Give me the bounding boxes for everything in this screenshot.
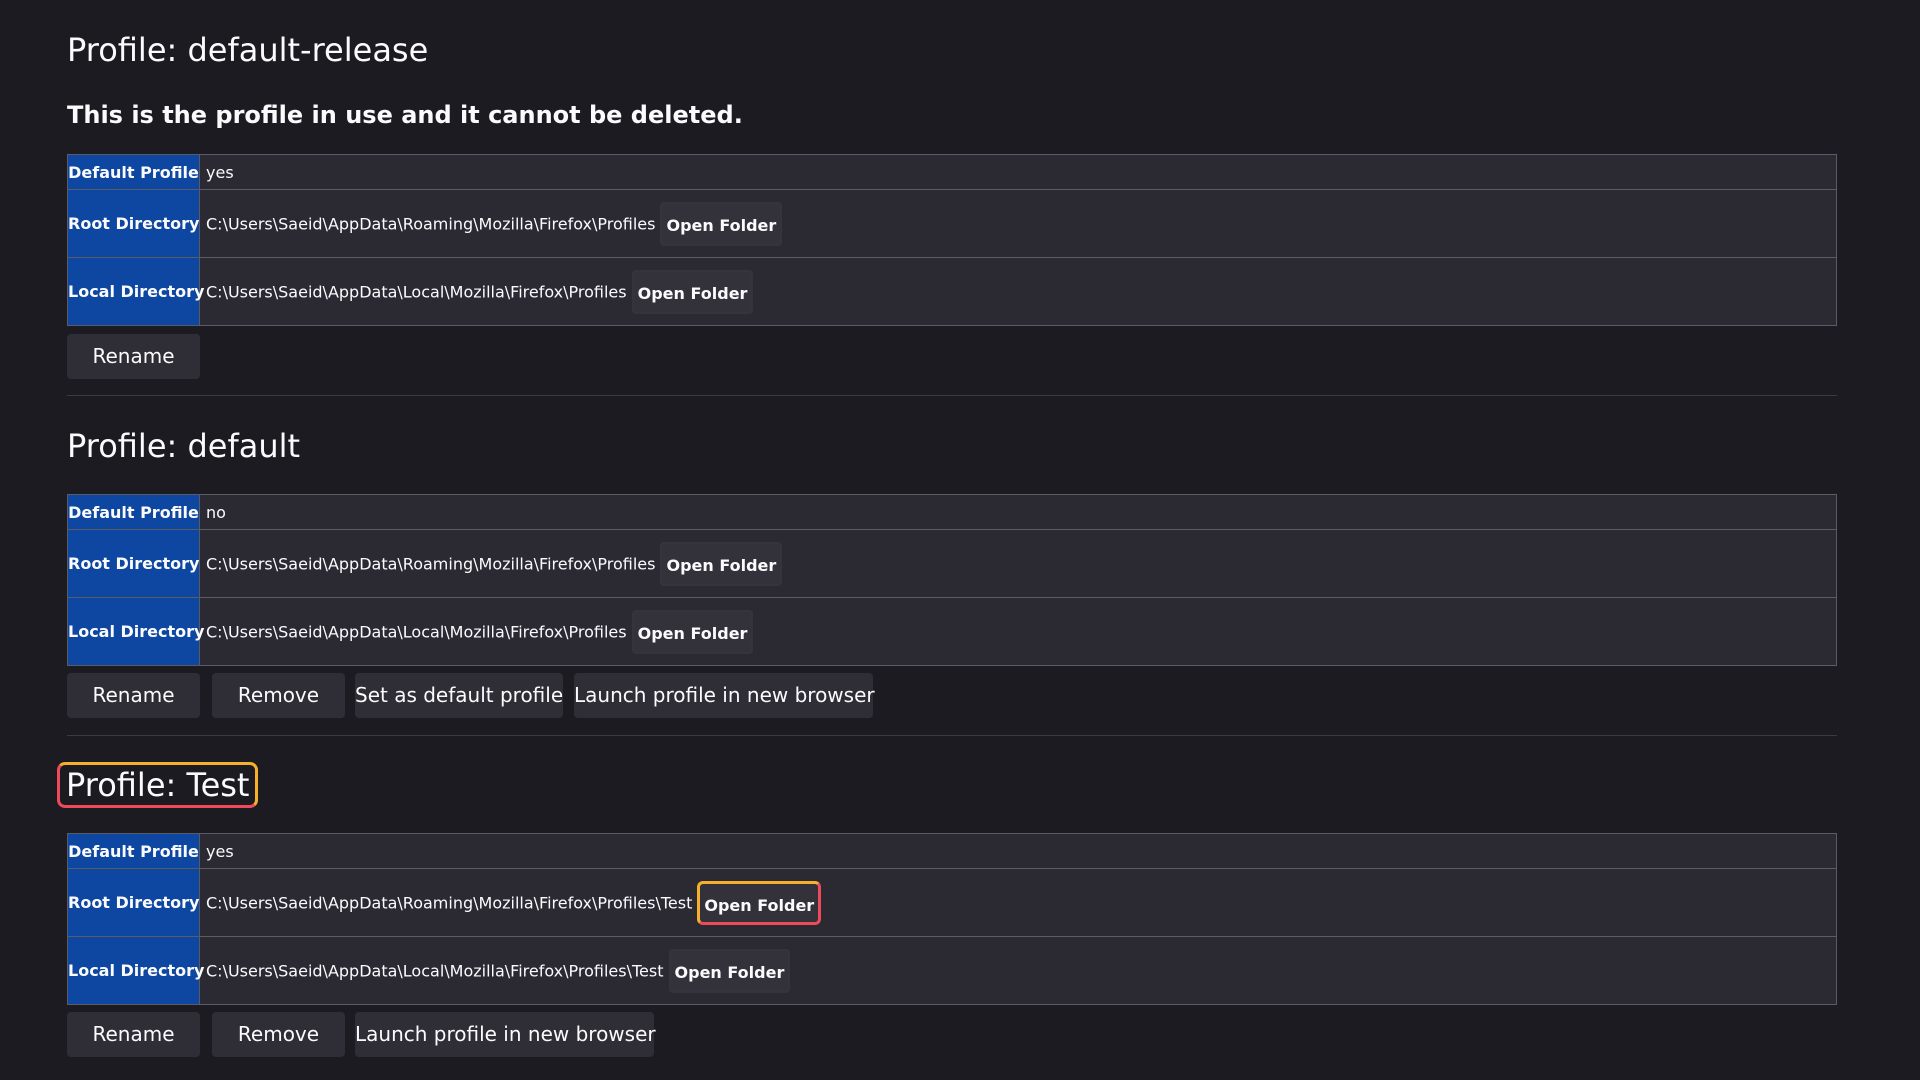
table-row: Local Directory C:\Users\Saeid\AppData\L…: [67, 936, 1837, 1005]
row-label: Default Profile: [67, 154, 200, 190]
rename-button[interactable]: Rename: [67, 1012, 200, 1057]
local-directory-path: C:\Users\Saeid\AppData\Local\Mozilla\Fir…: [206, 961, 664, 980]
table-row: Local Directory C:\Users\Saeid\AppData\L…: [67, 597, 1837, 666]
root-directory-path: C:\Users\Saeid\AppData\Roaming\Mozilla\F…: [206, 554, 656, 573]
profile-info-table: Default Profile yes Root Directory C:\Us…: [67, 833, 1837, 1005]
row-value: yes: [199, 833, 1837, 869]
table-row: Root Directory C:\Users\Saeid\AppData\Ro…: [67, 189, 1837, 258]
rename-button[interactable]: Rename: [67, 673, 200, 718]
row-value-cell: C:\Users\Saeid\AppData\Roaming\Mozilla\F…: [199, 868, 1837, 937]
profile-info-table: Default Profile no Root Directory C:\Use…: [67, 494, 1837, 666]
table-row: Default Profile yes: [67, 154, 1837, 190]
root-directory-path: C:\Users\Saeid\AppData\Roaming\Mozilla\F…: [206, 893, 693, 912]
section-divider: [67, 395, 1837, 396]
row-label: Default Profile: [67, 494, 200, 530]
remove-button[interactable]: Remove: [212, 673, 345, 718]
profile-in-use-notice: This is the profile in use and it cannot…: [67, 101, 743, 129]
profile-title: Profile: default: [67, 427, 301, 465]
row-value-cell: C:\Users\Saeid\AppData\Roaming\Mozilla\F…: [199, 189, 1837, 258]
root-directory-path: C:\Users\Saeid\AppData\Roaming\Mozilla\F…: [206, 214, 656, 233]
row-label: Root Directory: [67, 529, 200, 598]
open-local-folder-button[interactable]: Open Folder: [631, 269, 754, 314]
row-label: Local Directory: [67, 597, 204, 666]
open-local-folder-button[interactable]: Open Folder: [631, 609, 754, 654]
table-row: Root Directory C:\Users\Saeid\AppData\Ro…: [67, 868, 1837, 937]
table-row: Default Profile no: [67, 494, 1837, 530]
launch-profile-button[interactable]: Launch profile in new browser: [574, 673, 875, 718]
section-divider: [67, 735, 1837, 736]
profile-title: Profile: Test: [57, 762, 259, 808]
row-value-cell: C:\Users\Saeid\AppData\Local\Mozilla\Fir…: [199, 257, 1837, 326]
row-label: Root Directory: [67, 189, 200, 258]
open-root-folder-button[interactable]: Open Folder: [697, 880, 822, 925]
row-value: no: [199, 494, 1837, 530]
row-value-cell: C:\Users\Saeid\AppData\Local\Mozilla\Fir…: [199, 936, 1837, 1005]
row-label: Local Directory: [67, 257, 204, 326]
row-value: yes: [199, 154, 1837, 190]
about-profiles-page: Profile: default-release This is the pro…: [0, 0, 1920, 1080]
row-label: Local Directory: [67, 936, 204, 1005]
profile-info-table: Default Profile yes Root Directory C:\Us…: [67, 154, 1837, 326]
local-directory-path: C:\Users\Saeid\AppData\Local\Mozilla\Fir…: [206, 282, 627, 301]
open-root-folder-button[interactable]: Open Folder: [660, 201, 783, 246]
local-directory-path: C:\Users\Saeid\AppData\Local\Mozilla\Fir…: [206, 622, 627, 641]
table-row: Local Directory C:\Users\Saeid\AppData\L…: [67, 257, 1837, 326]
launch-profile-button[interactable]: Launch profile in new browser: [355, 1012, 656, 1057]
remove-button[interactable]: Remove: [212, 1012, 345, 1057]
row-label: Root Directory: [67, 868, 200, 937]
open-local-folder-button[interactable]: Open Folder: [668, 948, 791, 993]
open-root-folder-button[interactable]: Open Folder: [660, 541, 783, 586]
row-value-cell: C:\Users\Saeid\AppData\Local\Mozilla\Fir…: [199, 597, 1837, 666]
row-value-cell: C:\Users\Saeid\AppData\Roaming\Mozilla\F…: [199, 529, 1837, 598]
rename-button[interactable]: Rename: [67, 334, 200, 379]
row-label: Default Profile: [67, 833, 200, 869]
set-default-profile-button[interactable]: Set as default profile: [355, 673, 563, 718]
table-row: Root Directory C:\Users\Saeid\AppData\Ro…: [67, 529, 1837, 598]
table-row: Default Profile yes: [67, 833, 1837, 869]
profile-title: Profile: default-release: [67, 31, 429, 69]
